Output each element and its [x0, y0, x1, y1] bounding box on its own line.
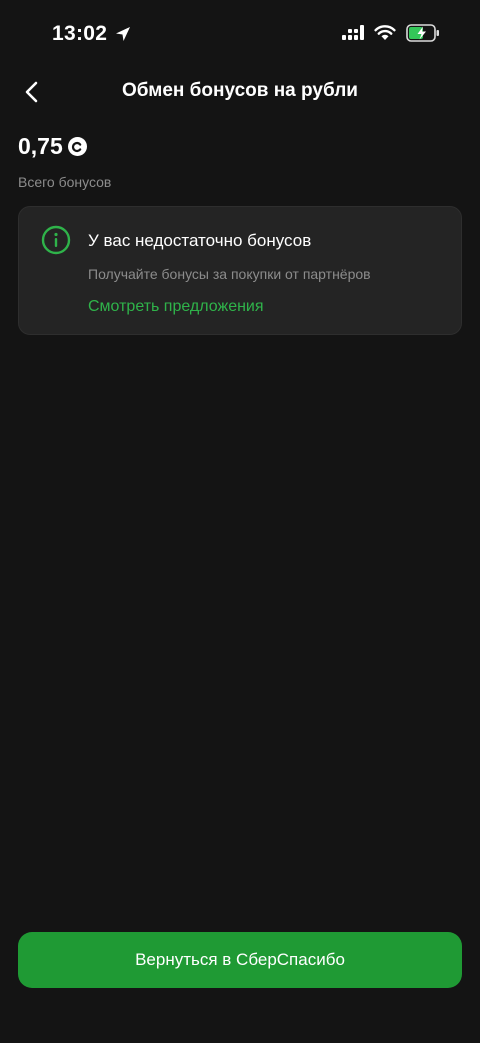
- bonus-balance: 0,75 Всего бонусов: [18, 133, 111, 190]
- balance-caption: Всего бонусов: [18, 174, 112, 190]
- status-time: 13:02: [52, 22, 108, 45]
- battery-charging-icon: [406, 24, 440, 42]
- location-arrow-icon: [114, 25, 132, 43]
- card-title: У вас недостаточно бонусов: [88, 231, 312, 250]
- balance-amount: 0,75: [18, 133, 63, 159]
- info-circle-icon: [41, 225, 71, 255]
- view-offers-link[interactable]: Смотреть предложения: [88, 298, 264, 316]
- page-title: Обмен бонусов на рубли: [122, 80, 358, 101]
- signal-icon: [342, 25, 364, 41]
- card-text: Получайте бонусы за покупки от партнёров: [88, 266, 371, 282]
- status-icons: [342, 24, 440, 42]
- wifi-icon: [374, 25, 396, 41]
- balance-row: 0,75: [18, 133, 111, 160]
- status-bar: 13:02: [0, 0, 480, 70]
- sberspasibo-coin-icon: [67, 137, 87, 156]
- info-card: У вас недостаточно бонусов Получайте бон…: [18, 206, 462, 335]
- return-to-sberspasibo-button[interactable]: Вернуться в СберСпасибо: [18, 932, 462, 988]
- status-time-wrap: 13:02: [52, 22, 132, 46]
- nav-bar: Обмен бонусов на рубли: [0, 70, 480, 114]
- screen: 13:02 Обмен бонусов на рубли 0,75 Всего …: [0, 0, 480, 1043]
